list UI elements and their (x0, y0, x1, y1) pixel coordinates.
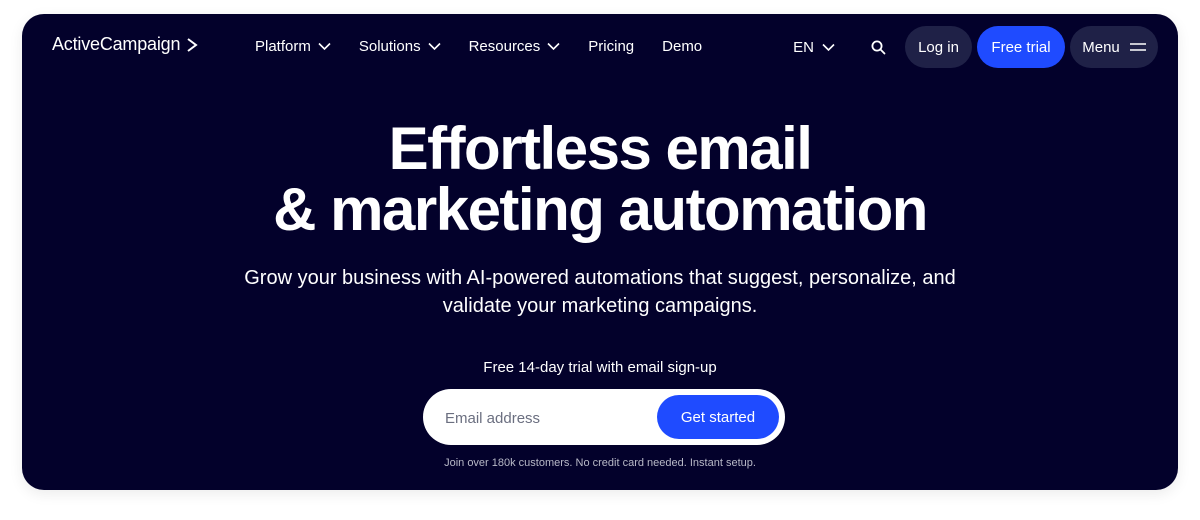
trial-note: Free 14-day trial with email sign-up (483, 359, 717, 376)
nav-item-platform[interactable]: Platform (255, 38, 331, 55)
logo-chevron-icon (187, 37, 198, 52)
nav-links: Platform Solutions Resources Pricing Dem… (255, 14, 730, 78)
search-button[interactable] (867, 36, 889, 58)
chevron-down-icon (547, 42, 560, 51)
signup-fineprint: Join over 180k customers. No credit card… (444, 457, 756, 469)
chevron-down-icon (822, 43, 835, 52)
menu-label: Menu (1082, 38, 1120, 56)
nav-actions: EN Log in Free trial Menu (793, 25, 1158, 69)
nav-item-label: Pricing (588, 37, 635, 55)
chevron-down-icon (318, 42, 331, 51)
hero-subtitle: Grow your business with AI-powered autom… (244, 267, 956, 317)
menu-button[interactable]: Menu (1070, 26, 1158, 68)
nav-item-solutions[interactable]: Solutions (359, 38, 441, 55)
hamburger-icon (1129, 43, 1146, 51)
nav-item-label: Platform (255, 37, 311, 55)
hero-title-line-1: Effortless email (388, 115, 813, 182)
nav-item-demo[interactable]: Demo (662, 38, 702, 55)
login-button[interactable]: Log in (905, 26, 972, 68)
brand-name: ActiveCampaign (52, 34, 181, 54)
nav-item-label: Demo (662, 37, 703, 55)
hero-title: Effortless email & marketing automation (22, 118, 1178, 240)
language-label: EN (793, 38, 814, 56)
search-icon (871, 40, 885, 54)
get-started-button[interactable]: Get started (657, 395, 779, 439)
top-navigation: ActiveCampaign Platform Solutions Resour… (22, 14, 1178, 78)
email-input[interactable] (443, 389, 647, 447)
hero-title-line-2: & marketing automation (273, 176, 928, 243)
chevron-down-icon (428, 42, 441, 51)
nav-item-pricing[interactable]: Pricing (588, 38, 634, 55)
nav-item-resources[interactable]: Resources (469, 38, 561, 55)
free-trial-button[interactable]: Free trial (977, 26, 1065, 68)
brand-logo[interactable]: ActiveCampaign (52, 34, 198, 55)
language-selector[interactable]: EN (793, 39, 835, 56)
hero-section: ActiveCampaign Platform Solutions Resour… (22, 14, 1178, 490)
nav-item-label: Solutions (358, 37, 421, 55)
nav-item-label: Resources (468, 37, 541, 55)
signup-form: Get started (423, 389, 785, 447)
